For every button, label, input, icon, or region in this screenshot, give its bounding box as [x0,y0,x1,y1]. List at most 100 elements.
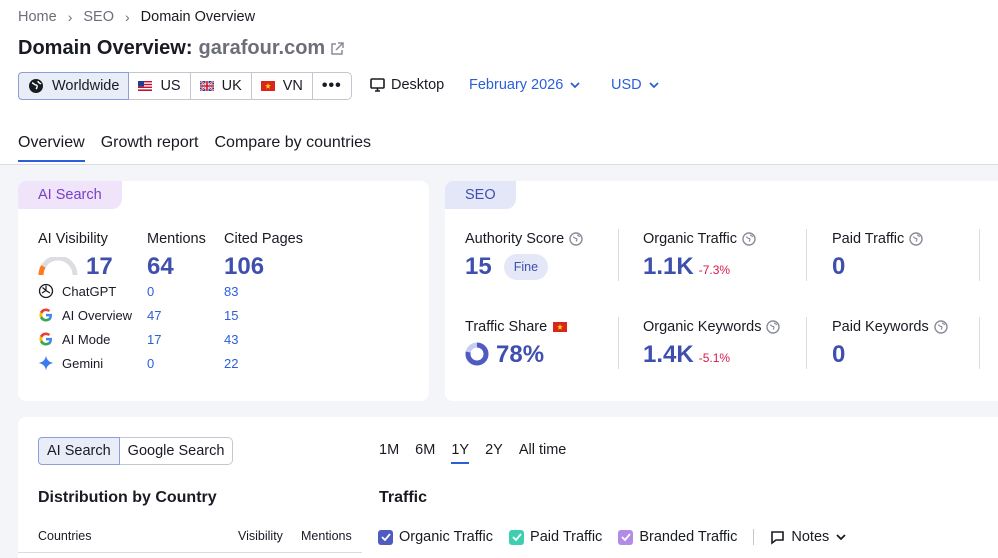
page-title-text: Domain Overview: [18,37,193,59]
organic-traffic-text: Organic Traffic [643,231,738,247]
notes-dropdown[interactable]: Notes [753,529,846,545]
col-countries[interactable]: Countries [38,529,92,543]
chevron-down-icon [648,81,659,88]
table-divider [18,552,362,553]
segment-ai-search[interactable]: AI Search [38,437,120,465]
info-globe-icon[interactable] [766,320,781,334]
period-1y[interactable]: 1Y [451,442,470,464]
database-selector: Worldwide US UK VN ••• [18,72,352,100]
organic-keywords-value[interactable]: 1.4K [643,341,694,369]
tab-overview[interactable]: Overview [18,134,85,162]
globe-icon [29,79,43,93]
paid-keywords-value[interactable]: 0 [832,341,845,369]
col-visibility[interactable]: Visibility [238,529,283,543]
tab-growth-report[interactable]: Growth report [101,134,199,162]
info-globe-icon[interactable] [909,232,923,246]
report-tabs: Overview Growth report Compare by countr… [18,134,387,162]
currency-label: USD [611,77,642,93]
authority-score-value[interactable]: 15 [465,253,492,281]
legend-label: Paid Traffic [530,529,603,545]
traffic-share-text: Traffic Share [465,319,548,335]
ai-row-mentions[interactable]: 47 [147,308,161,323]
db-uk-label: UK [221,78,242,94]
external-link-icon[interactable] [330,41,344,56]
tab-compare-by-countries[interactable]: Compare by countries [215,134,372,162]
db-us-label: US [160,78,181,94]
segment-google-search[interactable]: Google Search [120,438,233,464]
chevron-right-icon: › [67,9,73,25]
period-6m[interactable]: 6M [415,442,435,464]
date-dropdown[interactable]: February 2026 [469,77,580,93]
authority-score: 15 Fine [465,253,549,281]
db-vn-label: VN [282,78,303,94]
paid-traffic-text: Paid Traffic [832,231,905,247]
cited-pages-value[interactable]: 106 [224,253,264,281]
info-globe-icon[interactable] [569,232,583,246]
organic-traffic-value[interactable]: 1.1K [643,253,694,281]
ai-row-cited[interactable]: 83 [224,284,238,299]
divider [618,317,619,369]
chevron-right-icon: › [124,9,130,25]
authority-badge: Fine [503,254,549,280]
info-globe-icon[interactable] [742,232,756,246]
traffic-share-value[interactable]: 78% [496,341,544,369]
period-all-time[interactable]: All time [519,442,567,464]
checkbox-checked-icon [618,529,634,545]
col-mentions[interactable]: Mentions [301,529,352,543]
more-icon: ••• [321,77,342,94]
period-2y[interactable]: 2Y [485,442,503,464]
ai-row-cited[interactable]: 15 [224,308,238,323]
uk-flag-icon [199,81,214,91]
info-globe-icon[interactable] [934,320,948,334]
ai-row-mentions[interactable]: 0 [147,356,154,371]
us-flag-icon [138,81,153,91]
currency-dropdown[interactable]: USD [611,77,659,93]
domain-link[interactable]: garafour.com [199,37,326,60]
authority-score-text: Authority Score [465,231,565,247]
organic-keywords-delta: -5.1% [698,351,731,365]
google-icon [39,332,52,346]
paid-traffic-value[interactable]: 0 [832,253,845,281]
desktop-icon [370,78,385,92]
organic-traffic-label: Organic Traffic [643,231,756,247]
db-worldwide-label: Worldwide [52,78,120,94]
page-header: Home › SEO › Domain Overview Domain Over… [0,0,998,165]
db-us-button[interactable]: US [129,73,191,99]
vn-flag-icon [553,322,568,332]
legend-branded-traffic[interactable]: Branded Traffic [618,529,737,545]
ai-row-name: Gemini [62,355,104,371]
legend-organic-traffic[interactable]: Organic Traffic [378,529,493,545]
page-title: Domain Overview: garafour.com [18,37,344,60]
traffic-legend: Organic Traffic Paid Traffic Branded Tra… [378,529,846,545]
chevron-down-icon [836,533,846,540]
breadcrumb: Home › SEO › Domain Overview [18,9,255,25]
period-selector: 1M 6M 1Y 2Y All time [379,442,582,464]
ai-visibility-value[interactable]: 17 [86,253,113,281]
ai-row-mentions[interactable]: 0 [147,284,154,299]
breadcrumb-current: Domain Overview [140,9,256,25]
search-type-toggle: AI Search Google Search [38,437,234,465]
db-worldwide-button[interactable]: Worldwide [18,72,130,100]
ai-row-mentions[interactable]: 17 [147,332,161,347]
legend-paid-traffic[interactable]: Paid Traffic [509,529,602,545]
db-vn-button[interactable]: VN [252,73,313,99]
breadcrumb-seo[interactable]: SEO [83,9,114,25]
checkbox-checked-icon [378,529,393,545]
legend-label: Organic Traffic [399,529,494,545]
ai-row-cited[interactable]: 22 [224,356,238,371]
legend-label: Branded Traffic [639,529,738,545]
db-uk-button[interactable]: UK [191,73,252,99]
breadcrumb-home[interactable]: Home [18,9,57,25]
device-selector[interactable]: Desktop [370,77,444,93]
mentions-value[interactable]: 64 [147,253,174,281]
traffic-title: Traffic [379,489,428,506]
ai-row-name: AI Overview [62,307,133,323]
google-icon [39,308,52,322]
paid-traffic-label: Paid Traffic [832,231,923,247]
ai-visibility-label: AI Visibility [38,231,108,247]
more-databases-button[interactable]: ••• [313,73,351,99]
organic-keywords: 1.4K -5.1% [643,341,730,369]
ai-row-cited[interactable]: 43 [224,332,238,347]
date-label: February 2026 [469,77,564,93]
period-1m[interactable]: 1M [379,442,399,464]
